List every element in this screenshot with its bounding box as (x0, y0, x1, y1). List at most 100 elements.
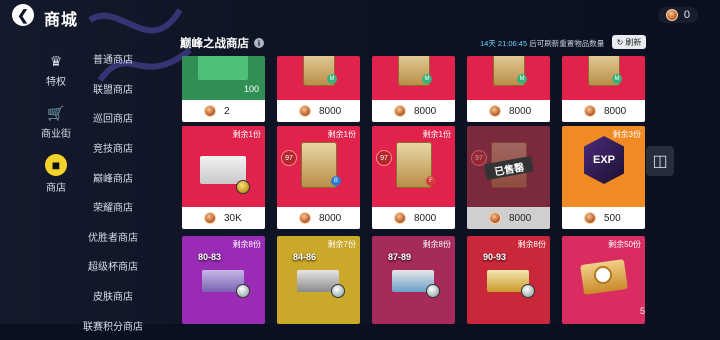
subnav-item[interactable]: 巡回商店 (80, 103, 146, 133)
shop-card[interactable]: 剩余3份 EXP 500 (562, 126, 645, 229)
section-header: 巅峰之战商店 i (180, 35, 264, 51)
shop-card[interactable]: 剩余50份 (562, 236, 645, 324)
shop-card[interactable]: 100 2 (182, 56, 265, 122)
coin-icon (584, 212, 596, 224)
top-bar: ❮ 商城 0 (0, 0, 720, 30)
shop-card[interactable]: M 8000 (372, 56, 455, 122)
ball-icon (331, 284, 345, 298)
ball-icon (426, 284, 440, 298)
remaining-count: 剩余1份 (232, 130, 261, 139)
ball-icon (521, 284, 535, 298)
shop-card[interactable]: M 8000 (562, 56, 645, 122)
rail-label: 商业街 (41, 129, 71, 140)
subnav-item[interactable]: 皮肤商店 (80, 281, 146, 311)
section-title: 巅峰之战商店 (180, 38, 249, 50)
pitch-image (198, 56, 248, 80)
coin-amount: 0 (683, 9, 690, 21)
remaining-count: 剩余8份 (422, 240, 451, 249)
rail-item-shop[interactable]: ■ 商店 (34, 148, 78, 200)
skill-badge: M (517, 74, 527, 84)
subnav-item[interactable]: 普通商店 (80, 44, 146, 74)
coin-icon (299, 105, 311, 117)
pack-rating-range: 80-83 (198, 252, 222, 262)
coin-balance[interactable]: 0 (657, 7, 698, 23)
cube-icon: ◫ (652, 153, 668, 170)
coin-icon (584, 105, 596, 117)
page-title: 商城 (44, 12, 79, 29)
ball-icon (236, 180, 250, 194)
remaining-count: 剩余50份 (608, 240, 641, 249)
price-value: 8000 (319, 105, 342, 117)
skill-badge: M (422, 74, 432, 84)
subnav-item[interactable]: 联盟商店 (80, 74, 146, 104)
price-value: 8000 (414, 105, 437, 117)
position-badge: F (426, 176, 436, 186)
shop-icon: ■ (45, 154, 67, 176)
shop-card[interactable]: 剩余1份 30K (182, 126, 265, 229)
price-value: 8000 (319, 212, 342, 224)
back-button[interactable]: ❮ (12, 4, 34, 26)
shop-card[interactable]: 97 已售罄 8000 (467, 126, 550, 229)
refresh-text: 后可刷新重置物品数量 (529, 39, 605, 48)
price-value: 8000 (414, 212, 437, 224)
remaining-count: 剩余3份 (612, 130, 641, 139)
ovr-badge: 97 (376, 150, 392, 166)
rail-label: 特权 (46, 77, 66, 88)
refresh-icon: ↻ (616, 37, 624, 47)
shop-card[interactable]: 剩余8份 90-93 (467, 236, 550, 324)
info-icon[interactable]: i (254, 38, 264, 48)
position-badge: B (331, 176, 341, 186)
clock-icon (594, 266, 612, 284)
exp-item-image: EXP (584, 136, 624, 184)
shop-card[interactable]: M 8000 (467, 56, 550, 122)
subnav-item[interactable]: 荣耀商店 (80, 192, 146, 222)
exp-label: EXP (592, 154, 615, 166)
shop-card[interactable]: 剩余1份 97 B 8000 (277, 126, 360, 229)
side-cube-button[interactable]: ◫ (646, 146, 674, 176)
cart-icon: 🛒 (47, 104, 65, 121)
skill-badge: M (612, 74, 622, 84)
coin-icon (394, 212, 406, 224)
refresh-info: 14天 21:06:45 后可刷新重置物品数量 (480, 38, 604, 49)
price-bar: 30K (182, 207, 265, 229)
shop-card[interactable]: 剩余1份 97 F 8000 (372, 126, 455, 229)
price-bar: 8000 (372, 100, 455, 122)
refresh-time: 14天 21:06:45 (480, 39, 528, 48)
price-value: 8000 (509, 212, 532, 224)
rail-item-commercial-street[interactable]: 🛒 商业街 (34, 96, 78, 148)
price-bar: 2 (182, 100, 265, 122)
shop-subnav: 普通商店 联盟商店 巡回商店 竞技商店 巅峰商店 荣耀商店 优胜者商店 超级杯商… (80, 44, 146, 340)
price-bar: 8000 (467, 207, 550, 229)
price-bar: 8000 (277, 207, 360, 229)
refresh-label: 刷新 (625, 37, 642, 47)
subnav-item[interactable]: 联赛积分商店 (80, 310, 146, 340)
price-value: 8000 (604, 105, 627, 117)
remaining-count: 剩余8份 (232, 240, 261, 249)
coin-icon (204, 212, 216, 224)
shop-card[interactable]: M 8000 (277, 56, 360, 122)
remaining-count: 剩余1份 (422, 130, 451, 139)
pack-rating-range: 90-93 (483, 252, 507, 262)
rail-item-privilege[interactable]: ♛ 特权 (34, 44, 78, 96)
price-bar: 500 (562, 207, 645, 229)
shop-card[interactable]: 剩余8份 80-83 (182, 236, 265, 324)
ball-icon (236, 284, 250, 298)
subnav-item[interactable]: 优胜者商店 (80, 222, 146, 252)
coin-icon (489, 105, 501, 117)
pack-rating-range: 87-89 (388, 252, 412, 262)
subnav-item[interactable]: 超级杯商店 (80, 251, 146, 281)
price-bar: 8000 (277, 100, 360, 122)
shop-card[interactable]: 剩余7份 84-86 (277, 236, 360, 324)
refresh-button[interactable]: ↻ 刷新 (612, 35, 646, 49)
subnav-item[interactable]: 竞技商店 (80, 133, 146, 163)
coin-icon (665, 9, 678, 21)
coin-icon (204, 105, 216, 117)
price-value: 500 (604, 212, 621, 224)
ovr-badge: 97 (281, 150, 297, 166)
shop-card[interactable]: 剩余8份 87-89 (372, 236, 455, 324)
price-bar: 8000 (467, 100, 550, 122)
pack-rating-range: 84-86 (293, 252, 317, 262)
price-value: 2 (224, 105, 230, 117)
main-rail: ♛ 特权 🛒 商业街 ■ 商店 (34, 44, 78, 200)
subnav-item[interactable]: 巅峰商店 (80, 162, 146, 192)
